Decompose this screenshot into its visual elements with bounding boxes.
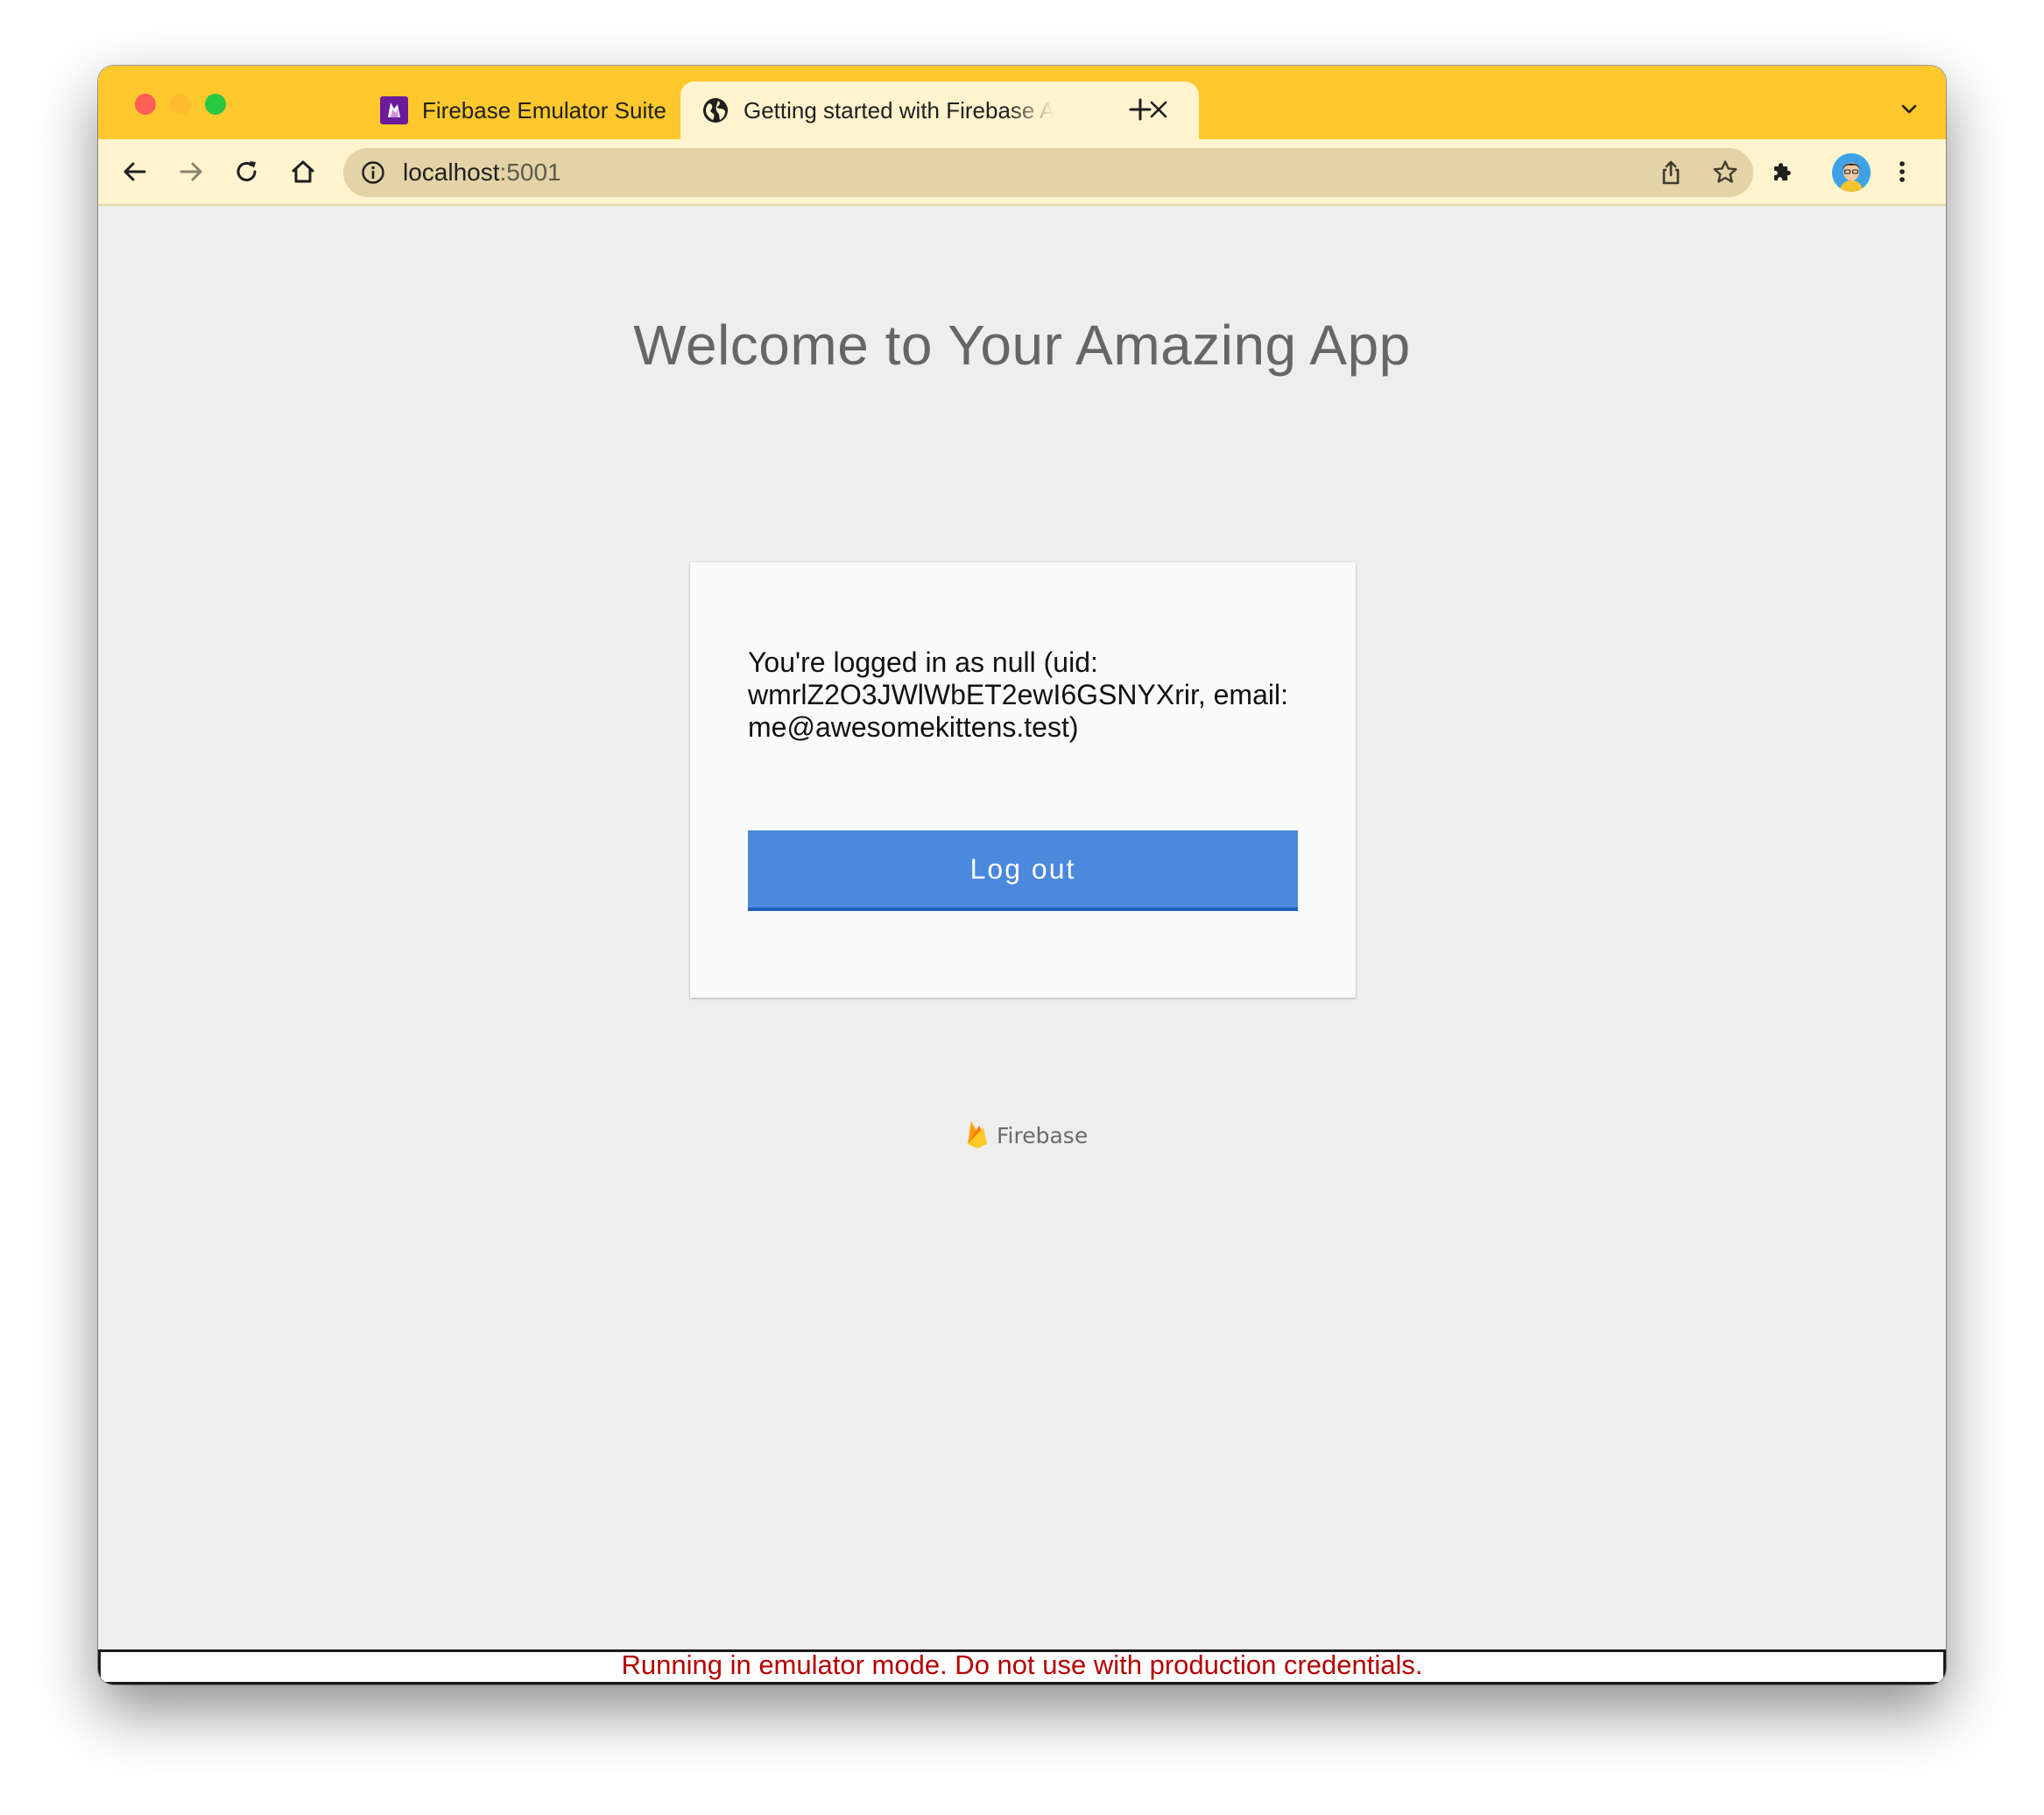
address-bar[interactable]: localhost:5001: [343, 148, 1753, 197]
site-info-icon[interactable]: [361, 160, 385, 185]
extensions-puzzle-icon[interactable]: [1766, 154, 1801, 189]
firebase-flame-icon: [965, 1118, 990, 1154]
url-port: :5001: [499, 159, 561, 186]
forward-icon[interactable]: [173, 154, 208, 189]
new-tab-button[interactable]: [1123, 92, 1158, 127]
auth-card: You're logged in as null (uid: wmrlZ2O3J…: [690, 562, 1356, 998]
page-content: Welcome to Your Amazing App You're logge…: [98, 206, 1946, 1649]
tab-title: Firebase Emulator Suite: [422, 97, 666, 124]
tab-strip: Firebase Emulator Suite Getting started …: [98, 66, 1946, 139]
globe-icon: [701, 96, 729, 124]
url-host: localhost: [403, 159, 500, 186]
tab-getting-started[interactable]: Getting started with Firebase Authentica…: [680, 81, 1199, 139]
emulator-warning-banner: Running in emulator mode. Do not use wit…: [98, 1649, 1946, 1684]
browser-window: Firebase Emulator Suite Getting started …: [98, 66, 1946, 1684]
home-icon[interactable]: [285, 154, 321, 189]
login-status-text: You're logged in as null (uid: wmrlZ2O3J…: [748, 646, 1288, 743]
profile-avatar[interactable]: [1832, 153, 1871, 192]
url-text: localhost:5001: [403, 159, 561, 187]
share-icon[interactable]: [1657, 159, 1685, 187]
tab-search-chevron-icon[interactable]: [1899, 99, 1920, 120]
logout-button[interactable]: Log out: [748, 830, 1298, 911]
tab-title: Getting started with Firebase Authentica…: [744, 97, 1054, 124]
firebase-emulator-icon: [380, 96, 408, 124]
reload-icon[interactable]: [229, 154, 264, 189]
browser-toolbar: localhost:5001: [98, 139, 1946, 206]
browser-menu-icon[interactable]: [1885, 154, 1920, 189]
back-icon[interactable]: [117, 154, 152, 189]
zoom-window-button[interactable]: [205, 94, 226, 115]
minimize-window-button[interactable]: [170, 94, 191, 115]
firebase-logo-text: Firebase: [997, 1123, 1089, 1148]
firebase-logo[interactable]: Firebase: [965, 1118, 1088, 1154]
page-title: Welcome to Your Amazing App: [633, 314, 1411, 377]
bookmark-star-icon[interactable]: [1711, 159, 1739, 187]
close-window-button[interactable]: [135, 94, 156, 115]
